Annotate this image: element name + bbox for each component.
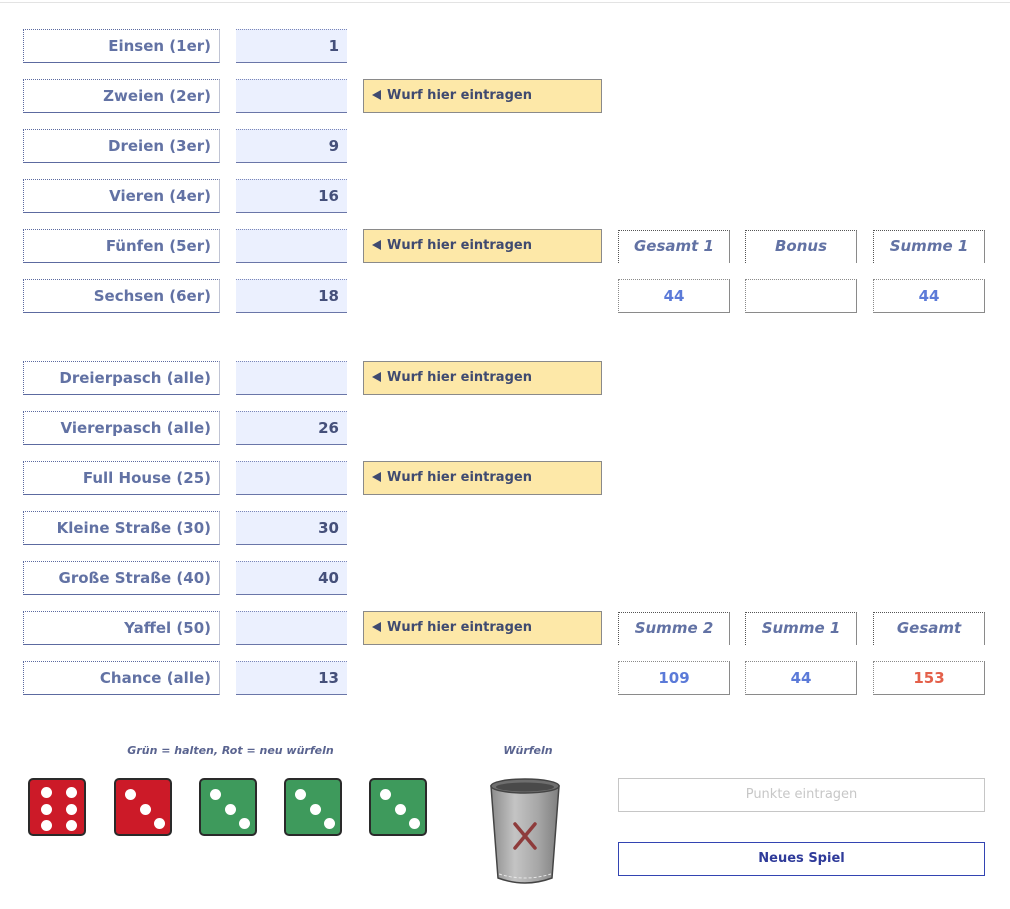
row-score — [236, 361, 347, 395]
die-1[interactable] — [28, 778, 86, 836]
die-2[interactable] — [114, 778, 172, 836]
row-score: 9 — [236, 129, 347, 163]
row-score: 1 — [236, 29, 347, 63]
die-pip — [41, 820, 52, 831]
die-pip — [380, 789, 391, 800]
row-label: Chance (alle) — [23, 661, 220, 695]
die-pip — [66, 820, 77, 831]
row-label: Große Straße (40) — [23, 561, 220, 595]
enter-roll-label: Wurf hier eintragen — [387, 370, 532, 385]
total-value-gesamt1: 44 — [618, 279, 730, 313]
total-header-gesamt: Gesamt — [873, 612, 985, 645]
die-pip — [295, 789, 306, 800]
row-score: 40 — [236, 561, 347, 595]
die-pip — [66, 787, 77, 798]
row-score: 26 — [236, 411, 347, 445]
triangle-left-icon — [372, 372, 381, 382]
die-pip — [66, 803, 77, 815]
die-pip — [224, 803, 236, 815]
row-label: Fünfen (5er) — [23, 229, 220, 263]
row-label: Vieren (4er) — [23, 179, 220, 213]
total-value-summe1: 44 — [873, 279, 985, 313]
total-value-bonus — [745, 279, 857, 313]
total-value-summe1-lower: 44 — [745, 661, 857, 695]
row-label: Full House (25) — [23, 461, 220, 495]
row-score — [236, 461, 347, 495]
enter-roll-label: Wurf hier eintragen — [387, 88, 532, 103]
enter-roll-button[interactable]: Wurf hier eintragen — [363, 461, 602, 495]
row-score — [236, 229, 347, 263]
die-3[interactable] — [199, 778, 257, 836]
row-label: Sechsen (6er) — [23, 279, 220, 313]
total-header-summe1-lower: Summe 1 — [745, 612, 857, 645]
enter-roll-label: Wurf hier eintragen — [387, 620, 532, 635]
die-pip — [154, 818, 165, 829]
row-score: 18 — [236, 279, 347, 313]
triangle-left-icon — [372, 240, 381, 250]
die-pip — [239, 818, 250, 829]
triangle-left-icon — [372, 472, 381, 482]
row-label: Dreierpasch (alle) — [23, 361, 220, 395]
roll-caption: Würfeln — [503, 744, 553, 757]
top-divider — [0, 2, 1010, 3]
die-pip — [394, 803, 406, 815]
row-label: Yaffel (50) — [23, 611, 220, 645]
enter-roll-button[interactable]: Wurf hier eintragen — [363, 611, 602, 645]
row-label: Viererpasch (alle) — [23, 411, 220, 445]
row-label: Kleine Straße (30) — [23, 511, 220, 545]
new-game-button[interactable]: Neues Spiel — [618, 842, 985, 876]
total-header-bonus: Bonus — [745, 230, 857, 263]
enter-roll-button[interactable]: Wurf hier eintragen — [363, 229, 602, 263]
enter-roll-button[interactable]: Wurf hier eintragen — [363, 79, 602, 113]
total-value-summe2: 109 — [618, 661, 730, 695]
die-pip — [139, 803, 151, 815]
dice-caption: Grün = halten, Rot = neu würfeln — [127, 744, 334, 757]
total-header-summe2: Summe 2 — [618, 612, 730, 645]
row-label: Einsen (1er) — [23, 29, 220, 63]
die-5[interactable] — [369, 778, 427, 836]
row-label: Zweien (2er) — [23, 79, 220, 113]
total-header-gesamt1: Gesamt 1 — [618, 230, 730, 263]
die-pip — [41, 803, 52, 815]
triangle-left-icon — [372, 622, 381, 632]
die-pip — [41, 787, 52, 798]
enter-roll-label: Wurf hier eintragen — [387, 238, 532, 253]
row-label: Dreien (3er) — [23, 129, 220, 163]
row-score: 30 — [236, 511, 347, 545]
dice-cup-icon[interactable] — [488, 776, 562, 886]
die-pip — [210, 789, 221, 800]
row-score: 13 — [236, 661, 347, 695]
enter-roll-label: Wurf hier eintragen — [387, 470, 532, 485]
triangle-left-icon — [372, 90, 381, 100]
die-4[interactable] — [284, 778, 342, 836]
die-pip — [324, 818, 335, 829]
die-pip — [409, 818, 420, 829]
die-pip — [309, 803, 321, 815]
row-score: 16 — [236, 179, 347, 213]
die-pip — [125, 789, 136, 800]
row-score — [236, 79, 347, 113]
row-score — [236, 611, 347, 645]
total-header-summe1: Summe 1 — [873, 230, 985, 263]
enter-roll-button[interactable]: Wurf hier eintragen — [363, 361, 602, 395]
total-value-gesamt: 153 — [873, 661, 985, 695]
enter-points-button: Punkte eintragen — [618, 778, 985, 812]
